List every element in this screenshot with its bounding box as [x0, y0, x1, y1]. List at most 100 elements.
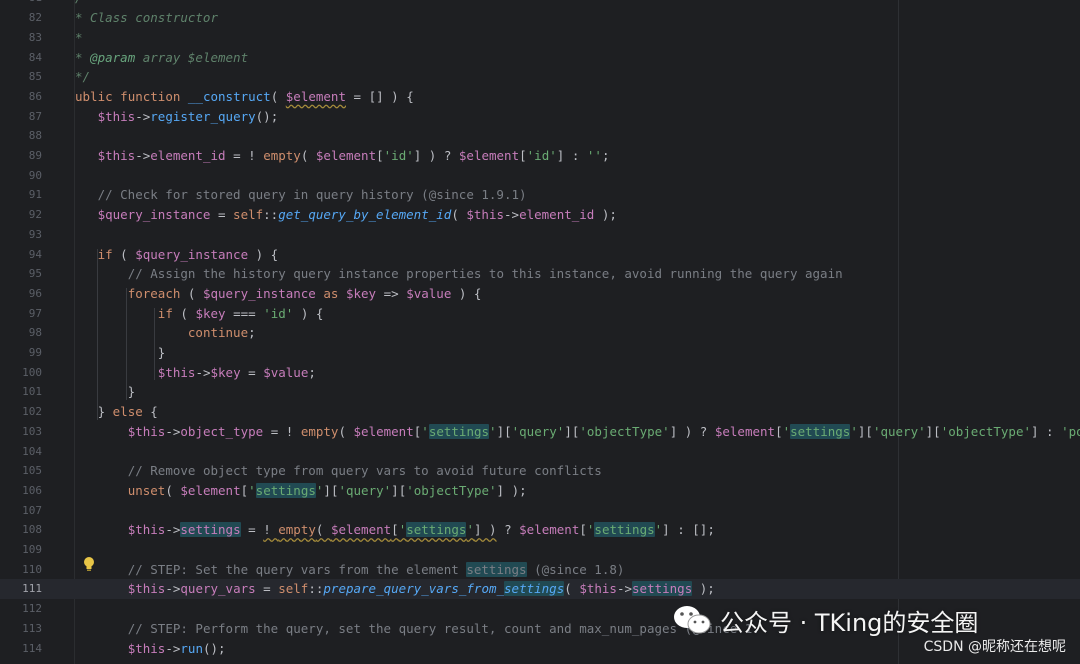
code-text[interactable]: continue; — [75, 323, 256, 343]
line-number: 104 — [22, 444, 42, 458]
line-number: 97 — [28, 306, 42, 320]
code-line[interactable]: 89 $this->element_id = ! empty( $element… — [0, 146, 1080, 166]
line-number: 84 — [28, 50, 42, 64]
code-line[interactable]: 109 — [0, 540, 1080, 560]
code-text[interactable]: } — [75, 343, 166, 363]
code-text[interactable]: */ — [75, 67, 90, 87]
code-line[interactable]: 98 continue; — [0, 323, 1080, 343]
code-text[interactable]: // STEP: Set the query vars from the ele… — [75, 560, 624, 580]
line-number: 96 — [28, 286, 42, 300]
code-line[interactable]: 108 $this->settings = ! empty( $element[… — [0, 520, 1080, 540]
line-number: 100 — [22, 365, 42, 379]
code-text[interactable]: } else { — [75, 402, 158, 422]
code-line[interactable]: 104 — [0, 442, 1080, 462]
line-number: 103 — [22, 424, 42, 438]
code-line[interactable]: 88 — [0, 126, 1080, 146]
code-text[interactable]: * @param array $element — [75, 48, 248, 68]
code-text[interactable]: // Assign the history query instance pro… — [75, 264, 843, 284]
code-text[interactable]: * Class constructor — [75, 8, 218, 28]
code-line[interactable]: 86 ublic function __construct( $element =… — [0, 87, 1080, 107]
wechat-icon — [674, 606, 711, 634]
code-line[interactable]: 99 } — [0, 343, 1080, 363]
code-text[interactable]: // STEP: Perform the query, set the quer… — [75, 619, 760, 639]
line-number: 94 — [28, 247, 42, 261]
line-number: 82 — [28, 11, 42, 25]
watermark-text: 公众号 · TKing的安全圈 — [720, 608, 979, 637]
line-number: 107 — [22, 503, 42, 517]
line-number: 102 — [22, 405, 42, 419]
line-number: 95 — [28, 267, 42, 281]
csdn-credit: CSDN @昵称还在想呢 — [923, 639, 1066, 655]
code-line[interactable]: 97 if ( $key === 'id' ) { — [0, 304, 1080, 324]
line-number: 108 — [22, 523, 42, 537]
line-number: 88 — [28, 129, 42, 143]
line-number: 111 — [22, 582, 42, 596]
code-line[interactable]: 101 } — [0, 382, 1080, 402]
code-text[interactable]: * — [75, 28, 83, 48]
code-line[interactable]: 102 } else { — [0, 402, 1080, 422]
line-number: 110 — [22, 562, 42, 576]
line-number: 83 — [28, 30, 42, 44]
line-number: 92 — [28, 208, 42, 222]
code-text[interactable]: if ( $query_instance ) { — [75, 245, 279, 265]
code-text[interactable]: foreach ( $query_instance as $key => $va… — [75, 284, 482, 304]
code-line[interactable]: 85 */ — [0, 67, 1080, 87]
code-line[interactable]: 106 unset( $element['settings']['query']… — [0, 481, 1080, 501]
code-text[interactable]: $query_instance = self::get_query_by_ele… — [75, 205, 617, 225]
line-number: 93 — [28, 227, 42, 241]
code-line[interactable]: 111 $this->query_vars = self::prepare_qu… — [0, 579, 1080, 600]
code-line[interactable]: 84 * @param array $element — [0, 48, 1080, 68]
code-text[interactable]: /** — [75, 0, 98, 8]
code-line[interactable]: 105 // Remove object type from query var… — [0, 461, 1080, 481]
code-line[interactable]: 90 — [0, 166, 1080, 186]
line-number: 109 — [22, 543, 42, 556]
code-line[interactable]: 81 /** — [0, 0, 1080, 8]
code-line[interactable]: 100 $this->$key = $value; — [0, 363, 1080, 383]
line-number: 114 — [22, 641, 42, 655]
code-text[interactable]: $this->settings = ! empty( $element['set… — [75, 520, 715, 540]
code-text[interactable]: $this->run(); — [75, 639, 226, 659]
code-line[interactable]: 87 $this->register_query(); — [0, 107, 1080, 127]
line-number: 106 — [22, 483, 42, 497]
code-text[interactable]: // Remove object type from query vars to… — [75, 461, 602, 481]
code-line[interactable]: 96 foreach ( $query_instance as $key => … — [0, 284, 1080, 304]
code-line[interactable]: 110 // STEP: Set the query vars from the… — [0, 560, 1080, 580]
line-number: 87 — [28, 109, 42, 123]
code-text[interactable]: ublic function __construct( $element = [… — [75, 87, 414, 107]
code-line[interactable]: 114 $this->run(); — [0, 639, 1080, 659]
line-number: 105 — [22, 464, 42, 478]
code-text[interactable]: if ( $key === 'id' ) { — [75, 304, 324, 324]
code-editor[interactable]: 81 /** 82 * Class constructor 83 * 84 * @param … — [0, 0, 1080, 664]
code-line[interactable]: 91 // Check for stored query in query hi… — [0, 185, 1080, 205]
line-number: 112 — [22, 602, 42, 616]
line-number: 89 — [28, 149, 42, 162]
line-number: 81 — [0, 0, 42, 8]
line-number: 98 — [28, 326, 42, 340]
indent-guide — [154, 308, 155, 380]
lightbulb-icon[interactable] — [82, 556, 96, 572]
line-number: 86 — [28, 89, 42, 103]
line-number: 99 — [28, 346, 42, 359]
code-text[interactable]: $this->object_type = ! empty( $element['… — [75, 422, 1080, 442]
code-line[interactable]: 103 $this->object_type = ! empty( $eleme… — [0, 422, 1080, 442]
code-line[interactable]: 92 $query_instance = self::get_query_by_… — [0, 205, 1080, 225]
indent-guide — [126, 288, 127, 400]
code-text[interactable]: $this->query_vars = self::prepare_query_… — [75, 579, 715, 599]
watermark: 公众号 · TKing的安全圈 — [672, 600, 978, 640]
line-number: 101 — [22, 385, 42, 399]
line-number: 85 — [28, 70, 42, 84]
line-number: 91 — [28, 188, 42, 202]
line-number: 90 — [28, 168, 42, 182]
code-line[interactable]: 82 * Class constructor — [0, 8, 1080, 28]
code-line[interactable]: 94 if ( $query_instance ) { — [0, 245, 1080, 265]
code-text[interactable]: // Check for stored query in query histo… — [75, 185, 527, 205]
code-text[interactable]: $this->$key = $value; — [75, 363, 316, 383]
code-line[interactable]: 95 // Assign the history query instance … — [0, 264, 1080, 284]
code-line[interactable]: 93 — [0, 225, 1080, 245]
code-line[interactable]: 83 * — [0, 28, 1080, 48]
code-text[interactable]: $this->element_id = ! empty( $element['i… — [75, 146, 610, 166]
code-text[interactable]: unset( $element['settings']['query']['ob… — [75, 481, 527, 501]
code-text[interactable]: $this->register_query(); — [75, 107, 279, 127]
line-number: 113 — [22, 621, 42, 635]
code-line[interactable]: 107 — [0, 501, 1080, 521]
